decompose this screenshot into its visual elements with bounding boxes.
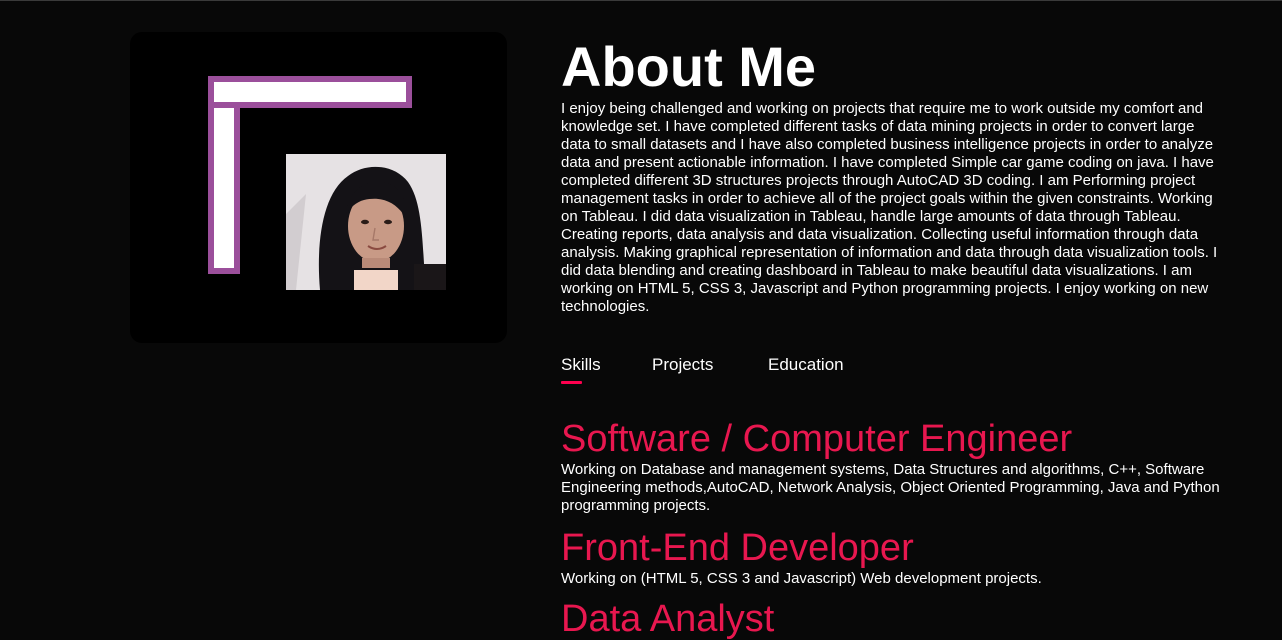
decorative-frame-left	[208, 102, 240, 274]
tab-skills[interactable]: Skills	[561, 354, 601, 384]
top-border-line	[0, 0, 1282, 1]
about-description: I enjoy being challenged and working on …	[561, 100, 1218, 315]
skill-description-software-engineer: Working on Database and management syste…	[561, 461, 1220, 514]
skill-title-front-end-developer: Front-End Developer	[561, 527, 914, 569]
skill-description-front-end-developer: Working on (HTML 5, CSS 3 and Javascript…	[561, 570, 1042, 587]
page-title: About Me	[561, 35, 817, 98]
tab-education[interactable]: Education	[768, 354, 844, 376]
skill-title-data-analyst: Data Analyst	[561, 598, 775, 640]
tab-bar: Skills Projects Education	[561, 354, 1061, 386]
skill-title-software-engineer: Software / Computer Engineer	[561, 418, 1073, 460]
tab-projects[interactable]: Projects	[652, 354, 713, 376]
profile-photo-illustration	[286, 154, 446, 290]
profile-photo	[286, 154, 446, 290]
profile-photo-card	[130, 32, 507, 343]
